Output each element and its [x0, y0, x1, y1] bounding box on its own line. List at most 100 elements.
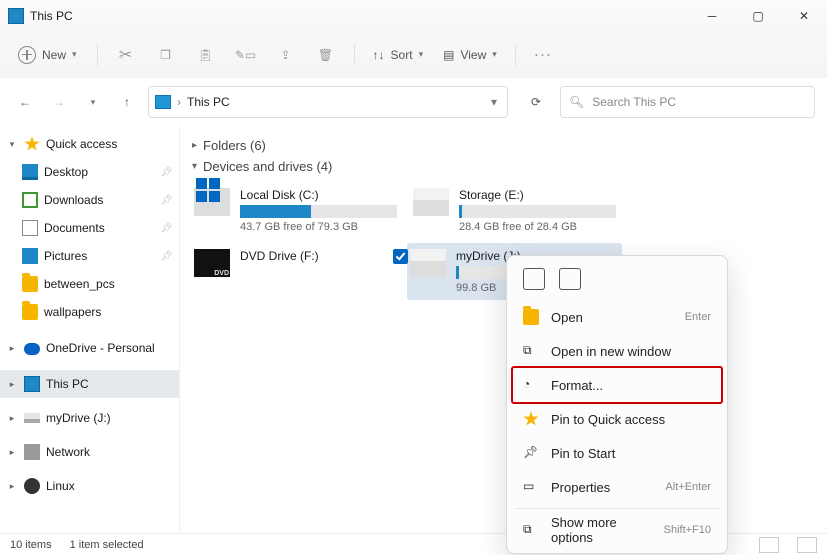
status-selected: 1 item selected: [70, 539, 144, 551]
expand-icon[interactable]: ▸: [6, 343, 18, 354]
breadcrumb-sep: ›: [177, 95, 181, 109]
close-button[interactable]: ✕: [781, 0, 827, 32]
search-box[interactable]: 🔍︎ Search This PC: [560, 86, 815, 118]
recent-button[interactable]: ▾: [80, 89, 106, 115]
format-icon: ◔: [523, 377, 539, 393]
view-details-button[interactable]: [759, 537, 779, 553]
view-button[interactable]: ▤ View ▾: [435, 42, 505, 68]
folder-icon: [22, 276, 38, 292]
sidebar-quick-access[interactable]: ▾ Quick access: [0, 130, 179, 158]
plus-icon: [18, 46, 36, 64]
cm-pin-quick-access[interactable]: Pin to Quick access: [513, 402, 721, 436]
collapse-icon[interactable]: ▾: [192, 161, 197, 172]
expand-icon[interactable]: ▸: [6, 481, 18, 492]
scissors-icon: ✂: [119, 45, 132, 65]
drive-storage-e[interactable]: Storage (E:) 28.4 GB free of 28.4 GB: [407, 182, 622, 239]
capacity-bar: [459, 205, 616, 218]
collapse-icon[interactable]: ▾: [6, 139, 18, 150]
paste-icon: 📋︎: [198, 48, 213, 62]
drive-icon: [410, 249, 446, 277]
back-button[interactable]: ←: [12, 89, 38, 115]
desktop-icon: [22, 164, 38, 180]
view-label: View: [460, 48, 486, 62]
sidebar: ▾ Quick access Desktop 📌︎ Downloads 📌︎ D…: [0, 126, 180, 533]
cm-format[interactable]: ◔ Format...: [513, 368, 721, 402]
breadcrumb[interactable]: This PC: [187, 95, 481, 109]
view-icon: ▤: [443, 48, 454, 62]
address-bar[interactable]: › This PC ▾: [148, 86, 508, 118]
cm-open-new-window[interactable]: ⧉ Open in new window: [513, 334, 721, 368]
ellipsis-icon: ···: [535, 48, 553, 62]
expand-icon[interactable]: ▸: [6, 379, 18, 390]
folder-icon: [22, 304, 38, 320]
checkbox-checked-icon[interactable]: [393, 249, 408, 264]
drive-dvd-f[interactable]: DVD Drive (F:): [188, 243, 403, 300]
group-folders[interactable]: ▸ Folders (6): [192, 138, 821, 153]
more-button[interactable]: ···: [526, 38, 562, 72]
properties-icon: ▭: [523, 479, 539, 495]
sidebar-item-wallpapers[interactable]: wallpapers: [0, 298, 179, 326]
status-item-count: 10 items: [10, 539, 52, 551]
expand-icon[interactable]: ▸: [6, 413, 18, 424]
minimize-button[interactable]: ─: [689, 0, 735, 32]
folder-icon: [523, 309, 539, 325]
cloud-icon: [24, 343, 40, 355]
sort-icon: ↑↓: [373, 48, 385, 62]
network-icon: [24, 444, 40, 460]
drive-icon: [413, 188, 449, 216]
sidebar-onedrive[interactable]: ▸ OneDrive - Personal: [0, 334, 179, 362]
up-button[interactable]: ↑: [114, 89, 140, 115]
share-icon: ⇪: [281, 48, 291, 62]
cm-pin-start[interactable]: 📌︎ Pin to Start: [513, 436, 721, 470]
content-pane: ▸ Folders (6) ▾ Devices and drives (4) L…: [180, 126, 827, 533]
windows-drive-icon: [194, 188, 230, 216]
group-drives[interactable]: ▾ Devices and drives (4): [192, 159, 821, 174]
trash-icon: 🗑︎: [318, 48, 333, 62]
linux-icon: [24, 478, 40, 494]
sidebar-item-between-pcs[interactable]: between_pcs: [0, 270, 179, 298]
expand-icon[interactable]: ▸: [192, 140, 197, 151]
window-title: This PC: [30, 9, 689, 23]
view-tiles-button[interactable]: [797, 537, 817, 553]
sidebar-mydrive[interactable]: ▸ myDrive (J:): [0, 404, 179, 432]
sidebar-item-desktop[interactable]: Desktop 📌︎: [0, 158, 179, 186]
cm-show-more[interactable]: ⧉ Show more options Shift+F10: [513, 513, 721, 547]
address-bar-row: ← → ▾ ↑ › This PC ▾ ⟳ 🔍︎ Search This PC: [0, 78, 827, 126]
pin-icon: 📌︎: [160, 251, 173, 262]
share-button[interactable]: ⇪: [268, 38, 304, 72]
drive-local-c[interactable]: Local Disk (C:) 43.7 GB free of 79.3 GB: [188, 182, 403, 239]
star-icon: [523, 411, 539, 427]
copy-button[interactable]: ❐: [148, 38, 184, 72]
sidebar-this-pc[interactable]: ▸ This PC: [0, 370, 179, 398]
sort-label: Sort: [391, 48, 413, 62]
sidebar-linux[interactable]: ▸ Linux: [0, 472, 179, 500]
paste-button[interactable]: 📋︎: [188, 38, 224, 72]
context-menu: Open Enter ⧉ Open in new window ◔ Format…: [506, 255, 728, 554]
cm-open[interactable]: Open Enter: [513, 300, 721, 334]
sidebar-item-downloads[interactable]: Downloads 📌︎: [0, 186, 179, 214]
dvd-icon: [194, 249, 230, 277]
more-icon: ⧉: [523, 522, 539, 538]
sort-button[interactable]: ↑↓ Sort ▾: [365, 42, 432, 68]
cm-properties[interactable]: ▭ Properties Alt+Enter: [513, 470, 721, 504]
search-icon: 🔍︎: [569, 95, 584, 109]
delete-button[interactable]: 🗑︎: [308, 38, 344, 72]
cm-rename-button[interactable]: [559, 268, 581, 290]
cut-button[interactable]: ✂: [108, 38, 144, 72]
app-icon: [8, 8, 24, 24]
sidebar-network[interactable]: ▸ Network: [0, 438, 179, 466]
sidebar-item-pictures[interactable]: Pictures 📌︎: [0, 242, 179, 270]
open-new-icon: ⧉: [523, 343, 539, 359]
address-dropdown[interactable]: ▾: [487, 95, 501, 109]
rename-button[interactable]: ✎▭: [228, 38, 264, 72]
sidebar-item-documents[interactable]: Documents 📌︎: [0, 214, 179, 242]
pictures-icon: [22, 248, 38, 264]
maximize-button[interactable]: ▢: [735, 0, 781, 32]
expand-icon[interactable]: ▸: [6, 447, 18, 458]
chevron-down-icon: ▾: [492, 49, 497, 60]
forward-button[interactable]: →: [46, 89, 72, 115]
copy-icon: ❐: [160, 48, 171, 62]
new-button[interactable]: New ▾: [8, 40, 87, 70]
cm-copy-button[interactable]: [523, 268, 545, 290]
refresh-button[interactable]: ⟳: [520, 86, 552, 118]
